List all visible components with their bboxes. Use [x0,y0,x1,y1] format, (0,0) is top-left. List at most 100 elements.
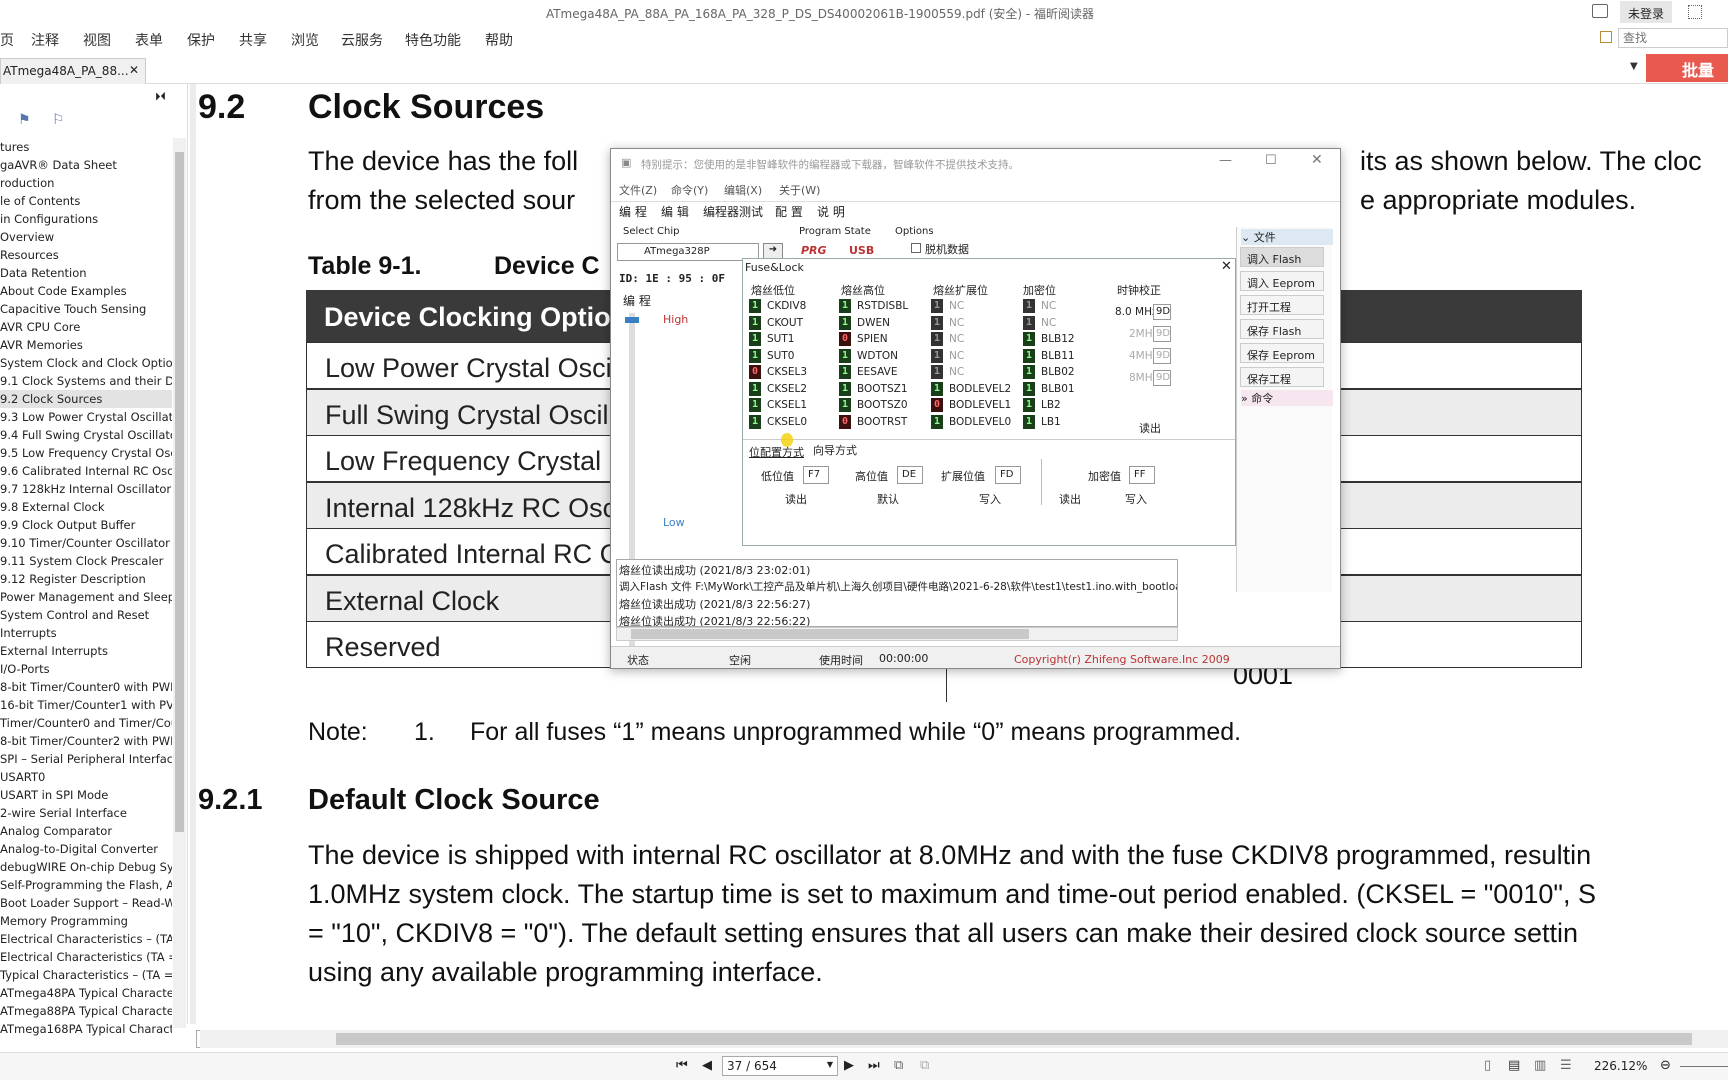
tab-wizard[interactable]: 向导方式 [813,442,857,458]
bookmark-item[interactable]: tures [0,138,172,156]
bookmark-item[interactable]: AVR CPU Core [0,318,172,336]
low-val-field[interactable]: F7 [803,466,829,484]
fuse-bit-toggle[interactable]: 1 [749,348,761,363]
fuse-bit-toggle[interactable]: 1 [1023,332,1035,346]
bookmark-item[interactable]: USART0 [0,768,172,786]
fuse-read-button[interactable]: 读出 [785,491,807,507]
reflow-icon[interactable]: ☰ [1560,1058,1572,1073]
bookmark-item-selected[interactable]: 9.2 Clock Sources [0,390,172,408]
sidebar-scroll-thumb[interactable] [175,152,184,832]
fuse-bit-toggle[interactable]: 0 [839,332,851,346]
fuse-bit-toggle[interactable]: 1 [931,365,943,379]
bookmark-item[interactable]: 9.8 External Clock [0,498,172,516]
bookmark-item[interactable]: gaAVR® Data Sheet [0,156,172,174]
menu-browse[interactable]: 浏览 [291,30,319,50]
last-page-icon[interactable]: ⏭ [868,1058,880,1073]
bookmark-item[interactable]: 9.10 Timer/Counter Oscillator [0,534,172,552]
bookmark-item[interactable]: Capacitive Touch Sensing [0,300,172,318]
bookmark-item[interactable]: 9.7 128kHz Internal Oscillator [0,480,172,498]
search-input[interactable] [1618,28,1728,48]
bookmark-item[interactable]: Timer/Counter0 and Timer/Cou [0,714,172,732]
bookmark-item[interactable]: Data Retention [0,264,172,282]
fuse-bit-toggle[interactable]: 1 [1023,381,1035,396]
fuse-bit-toggle[interactable]: 1 [1023,365,1035,379]
clock-cal-value[interactable]: 9D [1153,326,1171,342]
bookmark-item[interactable]: Self-Programming the Flash, AT [0,876,172,894]
login-button[interactable]: 未登录 [1620,1,1672,23]
bookmark-item[interactable]: 9.3 Low Power Crystal Oscillato [0,408,172,426]
dlg-menu-command[interactable]: 命令(Y) [671,182,708,198]
bookmark-item[interactable]: System Control and Reset [0,606,172,624]
copy-icon[interactable]: ⧉ [894,1058,903,1073]
copy2-icon[interactable]: ⧉ [920,1058,929,1073]
prev-page-icon[interactable]: ◀ [702,1058,712,1073]
zoom-slider[interactable] [1680,1066,1728,1067]
dlg-menu-edit[interactable]: 编辑(X) [724,182,762,198]
bookmark-item[interactable]: SPI – Serial Peripheral Interface [0,750,172,768]
fuse-bit-toggle[interactable]: 1 [749,299,761,313]
close-tab-icon[interactable]: ✕ [129,63,139,77]
fuse-bit-toggle[interactable]: 1 [839,315,851,330]
first-page-icon[interactable]: ⏮ [676,1058,688,1073]
document-tab[interactable]: ATmega48A_PA_88... ✕ [0,58,146,84]
continuous-icon[interactable]: ▤ [1508,1058,1520,1073]
fuse-bit-toggle[interactable]: 1 [839,381,851,396]
bookmark-item[interactable]: External Interrupts [0,642,172,660]
page-number-field[interactable]: 37 / 654 ▼ [722,1056,838,1076]
bookmark-item[interactable]: ATmega88PA Typical Characte [0,1002,172,1020]
tab-help[interactable]: 说 明 [817,203,845,220]
bookmark-item[interactable]: Power Management and Sleep [0,588,172,606]
save-project-button[interactable]: 保存工程 [1240,367,1324,387]
clock-cal-value[interactable]: 9D [1153,348,1171,364]
bookmark-item[interactable]: 8-bit Timer/Counter0 with PWI [0,678,172,696]
bookmark-item[interactable]: Analog Comparator [0,822,172,840]
fuse-bit-toggle[interactable]: 1 [749,332,761,346]
ext-val-field[interactable]: FD [995,466,1021,484]
fuse-bit-toggle[interactable]: 1 [839,398,851,412]
bookmark-item[interactable]: System Clock and Clock Options [0,354,172,372]
tab-bit-config[interactable]: 位配置方式 [749,444,804,460]
bookmark-item[interactable]: 9.4 Full Swing Crystal Oscillator [0,426,172,444]
fuse-write-button[interactable]: 写入 [979,491,1001,507]
grid-icon[interactable] [1688,5,1702,19]
fuse-bit-toggle[interactable]: 1 [931,299,943,313]
tab-edit[interactable]: 编 辑 [661,203,689,220]
zoom-level[interactable]: 226.12% [1594,1059,1647,1073]
next-page-icon[interactable]: ▶ [844,1058,854,1073]
fuse-bit-toggle[interactable]: 1 [1023,299,1035,313]
bookmark-item[interactable]: 9.11 System Clock Prescaler [0,552,172,570]
menu-share[interactable]: 共享 [239,30,267,50]
tab-program[interactable]: 编 程 [619,203,647,220]
bookmark-item[interactable]: I/O-Ports [0,660,172,678]
bookmark-item[interactable]: Boot Loader Support – Read-W [0,894,172,912]
fuse-bit-toggle[interactable]: 1 [749,381,761,396]
dlg-menu-about[interactable]: 关于(W) [779,182,820,198]
fuse-bit-toggle[interactable]: 1 [749,398,761,412]
side-file-header[interactable]: ⌄ 文件 [1241,229,1333,245]
bookmark-item[interactable]: 8-bit Timer/Counter2 with PWI [0,732,172,750]
bookmark-item[interactable]: 9.12 Register Description [0,570,172,588]
bookmark-item[interactable]: AVR Memories [0,336,172,354]
lock-val-field[interactable]: FF [1129,466,1155,484]
menu-help[interactable]: 帮助 [485,30,513,50]
offline-checkbox[interactable] [911,243,921,253]
fuse-bit-toggle[interactable]: 1 [749,414,761,429]
fuse-bit-toggle[interactable]: 1 [931,348,943,363]
close-dialog-button[interactable]: ✕ [1311,152,1323,168]
chevron-down-icon[interactable]: ▼ [1630,61,1638,72]
clock-cal-value[interactable]: 9D [1153,370,1171,386]
tab-config[interactable]: 配 置 [775,203,803,220]
menu-page[interactable]: 页 [0,30,14,50]
bookmark-item[interactable]: Overview [0,228,172,246]
minimize-button[interactable]: — [1219,153,1232,168]
clock-read-button[interactable]: 读出 [1139,420,1161,436]
bookmark-item[interactable]: Electrical Characteristics (TA = [0,948,172,966]
zoom-out-icon[interactable]: ⊖ [1660,1058,1671,1073]
cloud-icon[interactable] [1592,4,1608,18]
bookmark-item[interactable]: ATmega48PA Typical Characte [0,984,172,1002]
bookmark-item[interactable]: 9.5 Low Frequency Crystal Osci [0,444,172,462]
fuse-bit-toggle[interactable]: 0 [931,398,943,412]
fuse-bit-toggle[interactable]: 1 [931,414,943,429]
bookmark-item[interactable]: 9.9 Clock Output Buffer [0,516,172,534]
bookmark-item[interactable]: About Code Examples [0,282,172,300]
